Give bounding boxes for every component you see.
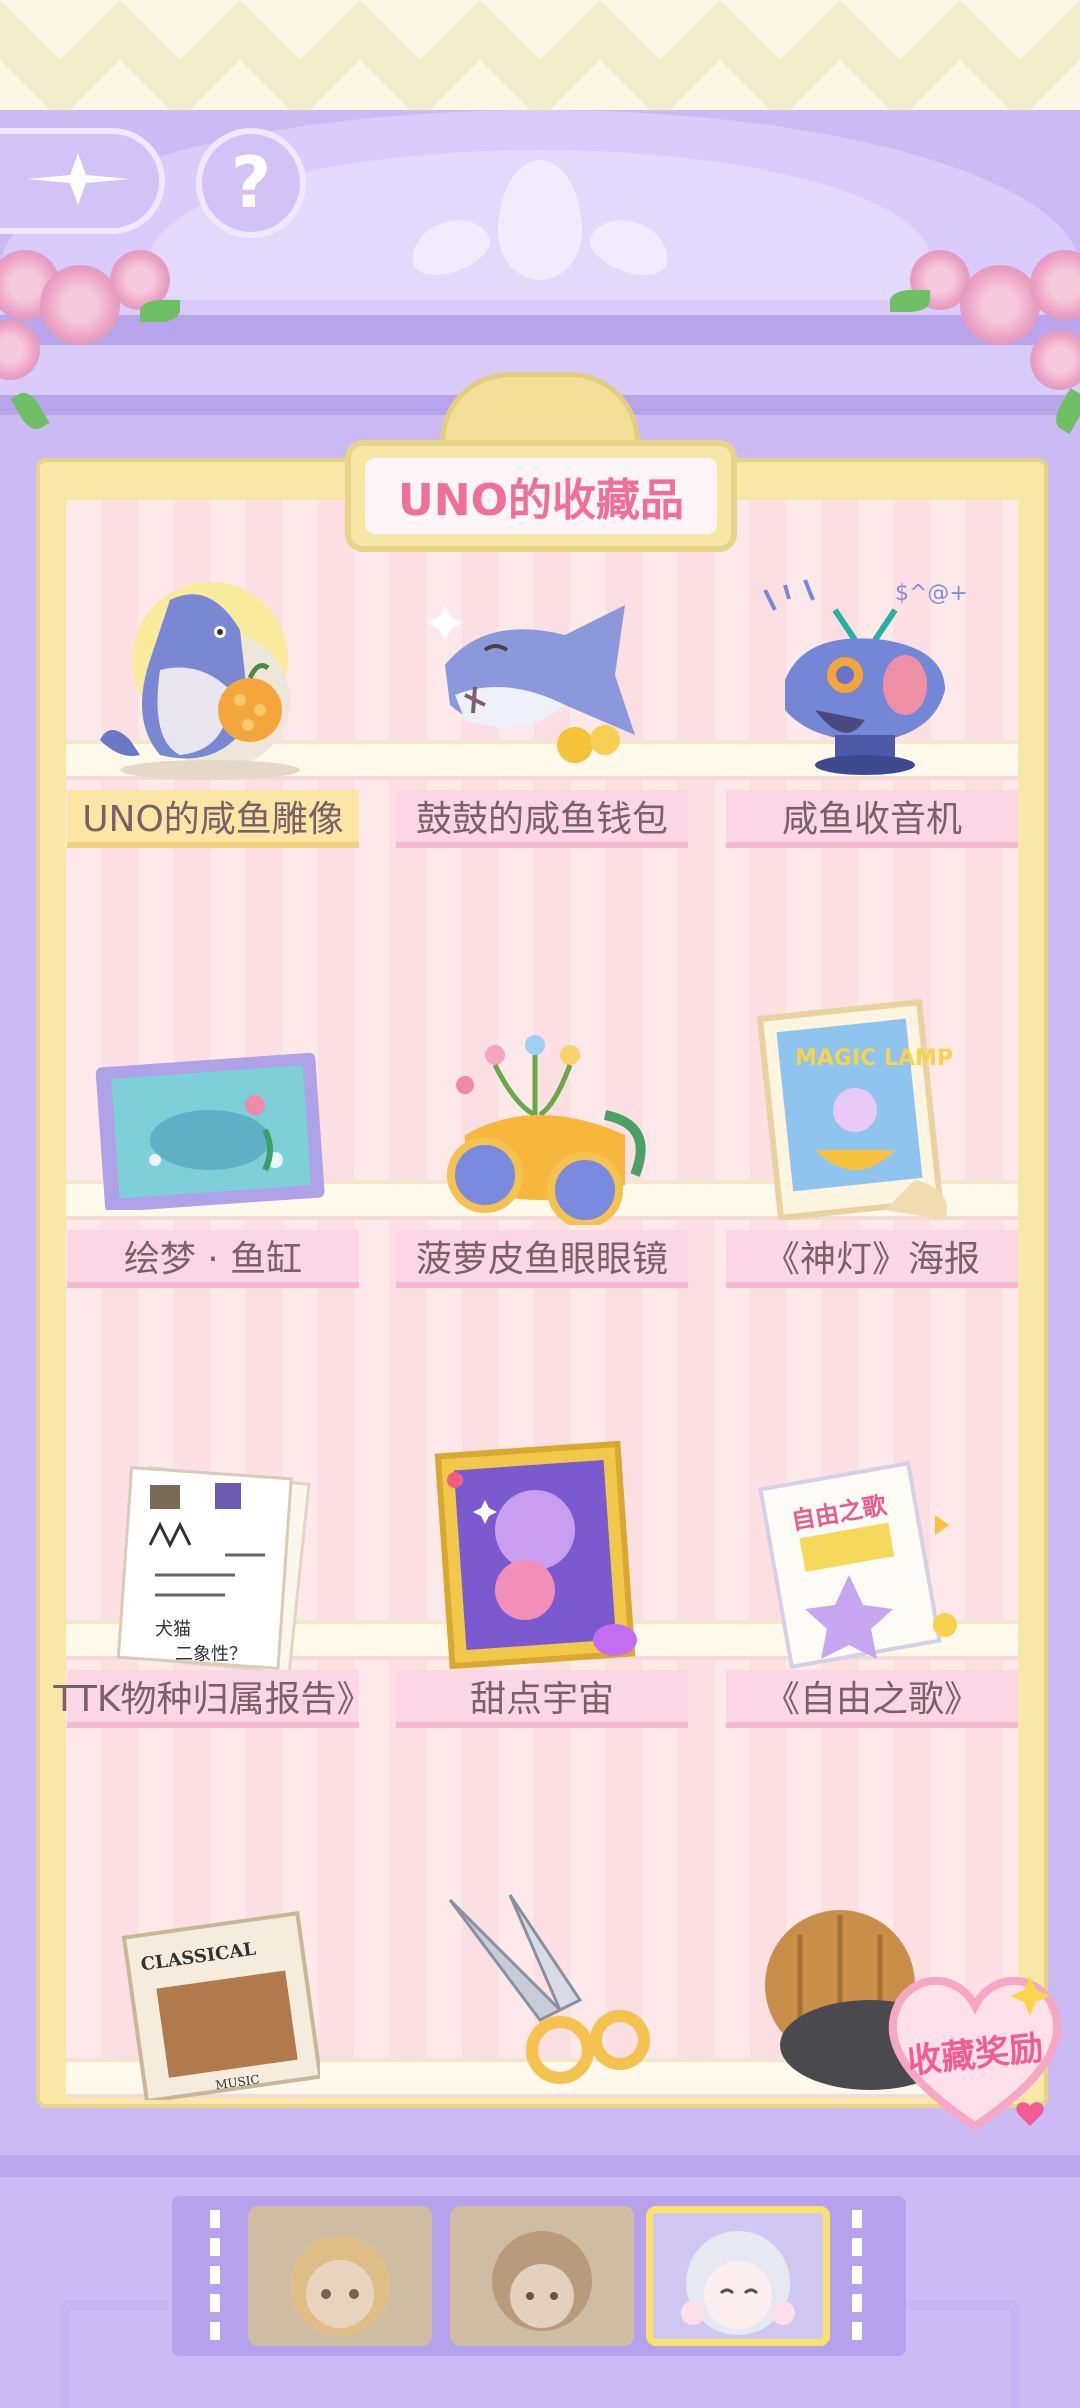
collection-item-1-label: UNO的咸鱼雕像 [67,790,359,848]
scissors-icon [448,1894,650,2084]
collection-item-9[interactable]: 自由之歌 [740,1460,980,1670]
svg-text:$^@+: $^@+ [895,581,968,606]
collection-item-1[interactable] [90,570,330,780]
collection-item-11[interactable] [420,1880,660,2090]
collection-item-3-label: 咸鱼收音机 [726,790,1018,848]
character-tab-2[interactable] [450,2206,634,2346]
fish-statue-icon [100,582,300,780]
title-plate: UNO的收藏品 [345,440,737,552]
collection-item-5[interactable] [420,1020,660,1230]
sparkle-arrow-icon [23,149,133,213]
fish-wallet-icon [427,605,635,763]
help-icon: ? [230,142,272,224]
collection-item-10[interactable]: CLASSICAL MUSIC [100,1900,340,2110]
collection-item-2[interactable] [420,570,660,780]
character-avatar-2-icon [492,2231,592,2331]
magic-lamp-poster-icon: MAGIC LAMP [756,998,953,1220]
collection-item-8[interactable] [420,1440,660,1670]
help-button[interactable]: ? [196,128,306,238]
collection-item-4[interactable] [90,1010,330,1220]
collection-item-7[interactable]: 犬猫 二象性？ [90,1460,330,1675]
collection-item-2-label: 鼓鼓的咸鱼钱包 [396,790,688,848]
collection-reward-button[interactable]: 收藏奖励 [880,1966,1070,2136]
tab-bar-right-edge [852,2210,862,2340]
character-tab-1[interactable] [248,2206,432,2346]
classical-music-sheet-icon: CLASSICAL MUSIC [121,1911,320,2100]
back-button[interactable] [0,128,165,234]
collection-item-6[interactable]: MAGIC LAMP [740,998,980,1220]
character-tab-3[interactable] [646,2206,830,2346]
collection-item-4-label: 绘梦 · 鱼缸 [67,1230,359,1288]
fish-eye-goggles-icon [447,1035,646,1225]
fish-tank-painting-icon [95,1052,325,1210]
collection-item-7-label: TTK物种归属报告》 [54,1670,372,1728]
tab-bar-left-edge [210,2210,220,2340]
svg-text:犬猫: 犬猫 [155,1619,191,1640]
collection-item-8-label: 甜点宇宙 [396,1670,688,1728]
collection-item-3[interactable]: $^@+ [740,570,980,780]
character-avatar-3-icon [681,2231,795,2335]
dessert-universe-painting-icon [434,1440,637,1670]
collection-item-9-label: 《自由之歌》 [726,1670,1018,1728]
fish-radio-icon: $^@+ [763,579,968,775]
svg-text:二象性？: 二象性？ [175,1644,247,1665]
collection-item-5-label: 菠萝皮鱼眼眼镜 [396,1230,688,1288]
song-of-freedom-book-icon: 自由之歌 [758,1461,957,1669]
bottom-rail [0,2155,1080,2177]
page-title: UNO的收藏品 [365,458,717,534]
svg-text:MAGIC LAMP: MAGIC LAMP [795,1046,953,1071]
character-avatar-1-icon [290,2236,390,2336]
species-report-icon: 犬猫 二象性？ [116,1466,311,1675]
collection-item-6-label: 《神灯》海报 [726,1230,1018,1288]
